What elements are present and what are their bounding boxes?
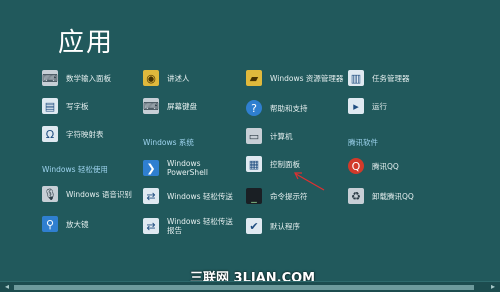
qq-penguin-icon: Q — [348, 158, 364, 174]
app-label: 数学输入面板 — [66, 73, 111, 83]
app-default-programs[interactable]: ✔ 默认程序 — [246, 214, 300, 238]
page-title: 应用 — [58, 28, 115, 58]
app-wordpad[interactable]: ▤ 写字板 — [42, 94, 89, 118]
app-uninstall-qq[interactable]: ♻ 卸载腾讯QQ — [348, 184, 414, 208]
app-run[interactable]: ▸ 运行 — [348, 94, 387, 118]
app-help-support[interactable]: ? 帮助和支持 — [246, 96, 308, 120]
app-powershell[interactable]: ❯ Windows PowerShell — [143, 156, 238, 180]
speech-bubble-icon: ◉ — [143, 70, 159, 86]
transfer-icon: ⇄ — [143, 188, 159, 204]
help-icon: ? — [246, 100, 262, 116]
folder-icon: ▰ — [246, 70, 262, 86]
app-math-input[interactable]: ⌨ 数学输入面板 — [42, 66, 111, 90]
app-label: 腾讯QQ — [372, 161, 399, 171]
document-icon: ▤ — [42, 98, 58, 114]
app-label: 放大镜 — [66, 219, 89, 229]
app-char-map[interactable]: Ω 字符映射表 — [42, 122, 104, 146]
app-label: Windows 轻松传送报告 — [167, 217, 233, 235]
terminal-icon: _ — [246, 188, 262, 204]
app-task-manager[interactable]: ▥ 任务管理器 — [348, 66, 410, 90]
character-map-icon: Ω — [42, 126, 58, 142]
app-label: 运行 — [372, 101, 387, 111]
app-label: 讲述人 — [167, 73, 190, 83]
scroll-thumb[interactable] — [14, 285, 474, 290]
app-label: 帮助和支持 — [270, 103, 308, 113]
scroll-left-icon[interactable]: ◂ — [2, 283, 12, 291]
task-manager-icon: ▥ — [348, 70, 364, 86]
app-speech-recognition[interactable]: 🎙 Windows 语音识别 — [42, 182, 132, 206]
control-panel-icon: ▦ — [246, 156, 262, 172]
app-label: 写字板 — [66, 101, 89, 111]
app-label: 默认程序 — [270, 221, 300, 231]
computer-icon: ▭ — [246, 128, 262, 144]
default-programs-icon: ✔ — [246, 218, 262, 234]
app-label: 屏幕键盘 — [167, 101, 197, 111]
group-header-system: Windows 系统 — [143, 138, 194, 147]
app-easy-transfer-report[interactable]: ⇄ Windows 轻松传送报告 — [143, 214, 239, 238]
app-easy-transfer[interactable]: ⇄ Windows 轻松传送 — [143, 184, 233, 208]
microphone-icon: 🎙 — [42, 186, 58, 202]
app-magnifier[interactable]: ⚲ 放大镜 — [42, 212, 89, 236]
horizontal-scrollbar[interactable]: ◂ ▸ — [0, 281, 500, 292]
powershell-icon: ❯ — [143, 160, 159, 176]
app-computer[interactable]: ▭ 计算机 — [246, 124, 293, 148]
app-label: Windows 轻松传送 — [167, 191, 233, 201]
keyboard-icon: ⌨ — [42, 70, 58, 86]
app-label: 命令提示符 — [270, 191, 308, 201]
app-label: 字符映射表 — [66, 129, 104, 139]
app-on-screen-keyboard[interactable]: ⌨ 屏幕键盘 — [143, 94, 197, 118]
magnifier-icon: ⚲ — [42, 216, 58, 232]
group-header-accessibility: Windows 轻松使用 — [42, 165, 108, 174]
app-label: 任务管理器 — [372, 73, 410, 83]
group-header-tencent: 腾讯软件 — [348, 138, 378, 147]
app-label: 卸载腾讯QQ — [372, 191, 414, 201]
app-qq[interactable]: Q 腾讯QQ — [348, 154, 399, 178]
transfer-report-icon: ⇄ — [143, 218, 159, 234]
app-explorer[interactable]: ▰ Windows 资源管理器 — [246, 66, 346, 90]
run-icon: ▸ — [348, 98, 364, 114]
app-label: 计算机 — [270, 131, 293, 141]
keyboard-icon: ⌨ — [143, 98, 159, 114]
pointer-arrow-icon — [294, 172, 325, 191]
app-label: Windows 资源管理器 — [270, 73, 344, 83]
app-narrator[interactable]: ◉ 讲述人 — [143, 66, 190, 90]
app-label: 控制面板 — [270, 159, 300, 169]
app-label: Windows 语音识别 — [66, 189, 132, 199]
scroll-right-icon[interactable]: ▸ — [488, 283, 498, 291]
recycle-bin-icon: ♻ — [348, 188, 364, 204]
app-label: Windows PowerShell — [167, 159, 208, 177]
